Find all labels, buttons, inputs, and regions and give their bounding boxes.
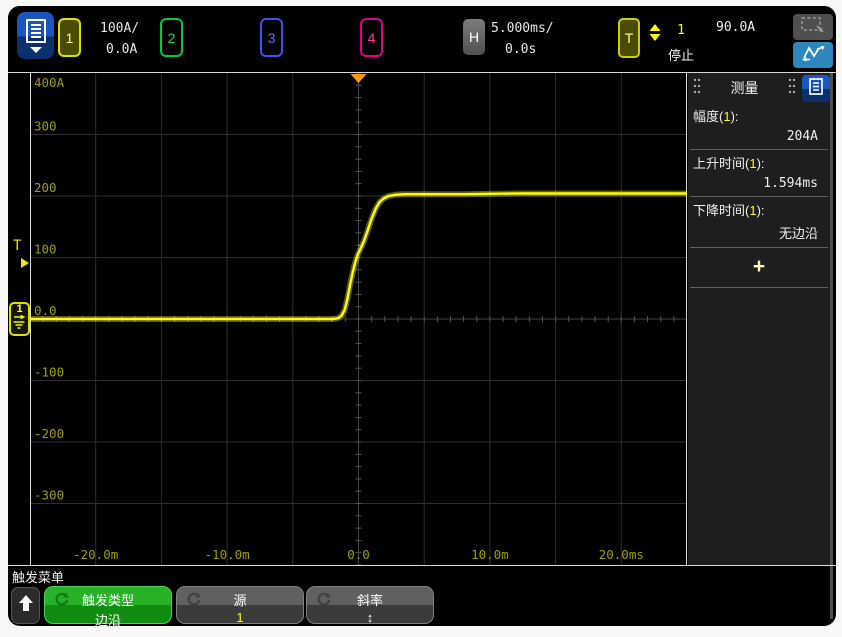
y-axis-tick-label: 100 <box>34 242 57 257</box>
y-axis-tick-label: 0.0 <box>34 303 57 318</box>
x-axis-tick-label: 20.0ms <box>599 547 644 562</box>
chevron-down-icon <box>30 47 42 53</box>
measurement-panel-header: 测量 <box>688 73 830 103</box>
channel-1-ground-marker[interactable]: 1 <box>9 302 30 336</box>
channel-1-button[interactable]: 1 <box>58 18 81 57</box>
document-list-icon <box>25 19 47 47</box>
zoom-select-button[interactable] <box>793 14 833 40</box>
rotary-knob-icon <box>316 592 331 610</box>
dashed-rect-select-icon <box>800 16 826 39</box>
drag-grip-icon[interactable] <box>788 78 796 99</box>
waveform-pan-button[interactable] <box>793 42 833 68</box>
measurement-label: 幅度(1): <box>688 103 830 125</box>
right-bezel-strip <box>830 73 833 619</box>
measurement-label: 上升时间(1): <box>688 150 830 172</box>
channel-4-button[interactable]: 4 <box>360 18 383 57</box>
measurement-label: 下降时间(1): <box>688 197 830 219</box>
y-axis-tick-label: -100 <box>34 365 64 380</box>
oscilloscope-screen: 1 100A/ 0.0A 2 3 4 H 5.000ms/ 0.0s T 1 停… <box>8 6 836 626</box>
toolbar-separator-line <box>8 72 836 73</box>
softkey-trigger-type[interactable]: 触发类型 边沿 <box>44 586 172 624</box>
add-measurement-button[interactable]: + <box>688 248 830 287</box>
y-axis-tick-label: 300 <box>34 119 57 134</box>
softkey-menu-title: 触发菜单 <box>12 567 64 586</box>
channel-1-offset: 0.0A <box>100 42 139 57</box>
horizontal-readout: 5.000ms/ 0.0s <box>491 21 554 57</box>
trigger-source: 1 <box>677 23 685 38</box>
softkey-trigger-slope[interactable]: 斜率 ↕ <box>306 586 434 624</box>
x-axis-tick-label: 10.0m <box>471 547 509 562</box>
up-arrow-icon <box>19 595 33 616</box>
waveform-pan-icon <box>800 44 826 67</box>
trigger-level-T-label[interactable]: T <box>13 238 21 254</box>
trigger-button[interactable]: T <box>618 18 640 58</box>
trigger-level-marker-icon[interactable] <box>21 258 29 268</box>
waveform-graticule[interactable]: 400A 300 200 100 0.0 -100 -200 -300 -20.0m -10.0m… <box>30 73 687 565</box>
channel-2-button[interactable]: 2 <box>160 18 183 57</box>
y-axis-tick-label: -300 <box>34 488 64 503</box>
rotary-knob-icon <box>54 592 69 610</box>
measurement-row: 上升时间(1): 1.594ms <box>688 150 830 197</box>
main-menu-button[interactable] <box>17 12 54 59</box>
drag-grip-icon[interactable] <box>693 78 701 99</box>
channel-1-scale: 100A/ <box>100 21 139 36</box>
divider <box>690 287 828 288</box>
measurement-panel: 测量 幅度(1): <box>688 73 830 565</box>
trigger-time-marker-icon[interactable] <box>351 74 367 83</box>
softkey-value: 边沿 <box>45 610 171 626</box>
measurement-value: 1.594ms <box>688 172 830 196</box>
back-up-button[interactable] <box>11 587 40 624</box>
horizontal-button[interactable]: H <box>463 19 485 55</box>
timebase-delay: 0.0s <box>491 42 554 57</box>
x-axis-tick-label: -10.0m <box>205 547 250 562</box>
softkey-trigger-source[interactable]: 源 1 <box>176 586 304 624</box>
timebase-scale: 5.000ms/ <box>491 21 554 36</box>
measurement-panel-title: 测量 <box>706 78 783 98</box>
document-list-icon <box>809 78 823 100</box>
softkey-value: 1 <box>177 610 303 625</box>
x-axis-tick-label: -20.0m <box>73 547 118 562</box>
softkey-value: ↕ <box>307 610 433 625</box>
y-axis-tick-label: -200 <box>34 426 64 441</box>
measurement-menu-button[interactable] <box>802 75 830 102</box>
acquisition-status: 停止 <box>660 45 702 64</box>
y-axis-tick-label: 400A <box>34 75 65 90</box>
measurement-value: 204A <box>688 125 830 149</box>
y-axis-tick-label: 200 <box>34 180 57 195</box>
channel-1-marker-number: 1 <box>16 304 22 315</box>
ground-symbol-icon <box>12 315 27 334</box>
measurement-row: 幅度(1): 204A <box>688 103 830 150</box>
channel-3-button[interactable]: 3 <box>260 18 283 57</box>
softkey-separator-line <box>8 565 836 566</box>
trigger-level-readout: 90.0A <box>716 20 755 35</box>
top-toolbar: 1 100A/ 0.0A 2 3 4 H 5.000ms/ 0.0s T 1 停… <box>8 6 836 72</box>
measurement-value: 无边沿 <box>688 219 830 247</box>
x-axis-tick-label: 0.0 <box>347 547 370 562</box>
measurement-row: 下降时间(1): 无边沿 <box>688 197 830 248</box>
trigger-readout: 1 停止 <box>660 19 702 64</box>
rotary-knob-icon <box>186 592 201 610</box>
channel-1-readout: 100A/ 0.0A <box>100 21 139 57</box>
